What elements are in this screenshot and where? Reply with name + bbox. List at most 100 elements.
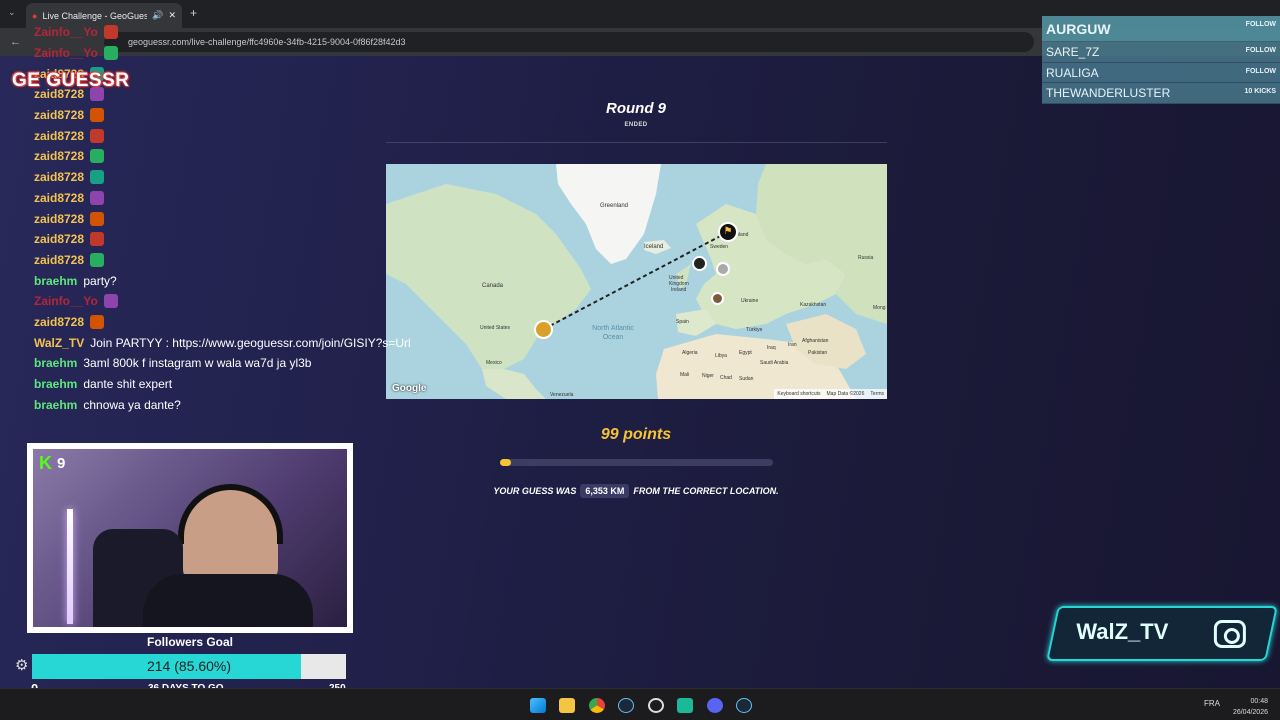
chat-username[interactable]: zaid8728: [34, 232, 84, 246]
chat-message: braehm dante shit expert: [34, 374, 434, 395]
chat-username[interactable]: WalZ_TV: [34, 336, 84, 350]
followers-goal-value: 214 (85.60%): [146, 658, 232, 674]
score-progress-bar: [500, 459, 773, 466]
chat-message: zaid8728: [34, 312, 434, 333]
new-tab-icon[interactable]: +: [190, 6, 197, 20]
map-label-ireland: Ireland: [671, 287, 687, 293]
chat-username[interactable]: zaid8728: [34, 129, 84, 143]
chat-username[interactable]: Zainfo__Yo: [34, 294, 98, 308]
points-score: 99 points: [600, 426, 672, 443]
tab-close-icon[interactable]: ✕: [168, 10, 176, 21]
steam-icon[interactable]: [618, 698, 634, 713]
keyboard-language[interactable]: FRA: [1204, 699, 1220, 708]
webcam-frame: K9: [27, 443, 353, 633]
emote-icon: [90, 128, 105, 143]
guess-distance-value: 6,353 KM: [580, 484, 630, 498]
follower-name: AURGUW: [1046, 21, 1111, 37]
correct-location-flag-icon[interactable]: ⚑: [718, 222, 738, 242]
guess-suffix: FROM THE CORRECT LOCATION.: [633, 486, 779, 496]
follower-action: 10 KICKS: [1244, 88, 1276, 96]
map-label-united-kingdom: United Kingdom: [669, 275, 689, 287]
followers-goal-title: Followers Goal: [146, 635, 233, 649]
chat-message: zaid8728: [34, 208, 434, 229]
chat-username[interactable]: zaid8728: [34, 315, 84, 329]
result-map[interactable]: Greenland Iceland Canada United States M…: [386, 164, 887, 399]
chat-username[interactable]: braehm: [34, 398, 77, 412]
map-label-russia: Russia: [858, 255, 874, 261]
guess-marker-icon[interactable]: [534, 320, 553, 339]
follower-row: THEWANDERLUSTER 10 KICKS: [1042, 83, 1280, 104]
file-explorer-icon[interactable]: [559, 698, 575, 713]
steam-icon[interactable]: [736, 698, 752, 713]
chat-message: zaid8728: [34, 250, 434, 271]
geoguessr-logo: GE GUESSR: [12, 70, 130, 91]
tab-search-icon[interactable]: ⌄: [8, 7, 16, 18]
map-label-ukraine: Ukraine: [741, 298, 759, 304]
map-label-libya: Libya: [715, 353, 727, 359]
map-label-egypt: Egypt: [739, 350, 752, 356]
chat-text: 3aml 800k f instagram w wala wa7d ja yl3…: [83, 356, 312, 371]
map-label-venezuela: Venezuela: [550, 392, 574, 398]
emote-icon: [90, 252, 105, 267]
map-label-iraq: Iraq: [767, 345, 776, 351]
chrome-icon[interactable]: [589, 698, 605, 713]
player-marker-icon[interactable]: [711, 292, 724, 305]
windows-start-icon[interactable]: [530, 698, 546, 713]
follower-name: THEWANDERLUSTER: [1046, 86, 1171, 101]
map-label-pakistan: Pakistan: [808, 350, 828, 356]
chat-username[interactable]: Zainfo__Yo: [34, 25, 98, 39]
system-tray[interactable]: FRA: [1204, 699, 1220, 708]
chat-username[interactable]: zaid8728: [34, 212, 84, 226]
follower-name: RUALIGA: [1046, 65, 1099, 80]
app-icon[interactable]: [677, 698, 693, 713]
instagram-handle-badge: WalZ_TV: [1046, 606, 1278, 661]
gear-icon[interactable]: ⚙: [15, 656, 28, 674]
back-icon[interactable]: ←: [10, 36, 21, 48]
chat-text: Join PARTYY : https://www.geoguessr.com/…: [90, 335, 411, 350]
windows-taskbar: FRA 00:48 26/04/2026: [0, 688, 1280, 720]
geoguessr-favicon-icon: ●: [32, 10, 38, 21]
chat-text: dante shit expert: [83, 377, 173, 392]
chat-message: zaid8728: [34, 146, 434, 167]
chat-username[interactable]: zaid8728: [34, 253, 84, 267]
discord-icon[interactable]: [707, 698, 723, 713]
follower-row: AURGUW FOLLOW: [1042, 16, 1280, 42]
streamer-body: [143, 574, 313, 627]
player-marker-icon[interactable]: [692, 256, 707, 271]
chat-username[interactable]: zaid8728: [34, 149, 84, 163]
emote-icon: [90, 211, 105, 226]
chat-message: zaid8728: [34, 167, 434, 188]
chat-username[interactable]: zaid8728: [34, 108, 84, 122]
terms-link[interactable]: Terms: [870, 391, 884, 397]
instagram-icon: [1213, 620, 1246, 648]
chat-username[interactable]: braehm: [34, 377, 77, 391]
divider: [386, 142, 887, 143]
map-label-mongolia: Mong: [873, 305, 886, 311]
settings-app-icon[interactable]: [648, 698, 664, 713]
chat-message: zaid8728: [34, 125, 434, 146]
map-label-iceland: Iceland: [644, 244, 664, 250]
map-land: [386, 164, 887, 399]
follower-action: FOLLOW: [1245, 47, 1276, 54]
chat-username[interactable]: zaid8728: [34, 170, 84, 184]
chat-username[interactable]: Zainfo__Yo: [34, 46, 98, 60]
chat-username[interactable]: braehm: [34, 274, 77, 288]
map-label-greenland: Greenland: [600, 203, 629, 209]
chat-username[interactable]: braehm: [34, 356, 77, 370]
map-label-saudi-arabia: Saudi Arabia: [760, 360, 789, 366]
map-footer: Keyboard shortcuts Map Data ©2026 Terms: [774, 389, 887, 399]
clock[interactable]: 00:48 26/04/2026: [1233, 696, 1268, 718]
map-data-text: Map Data ©2026: [826, 391, 865, 397]
speaker-icon[interactable]: 🔊: [152, 10, 163, 21]
follower-row: SARE_7Z FOLLOW: [1042, 42, 1280, 63]
player-marker-icon[interactable]: [716, 262, 730, 276]
keyboard-shortcuts-link[interactable]: Keyboard shortcuts: [777, 391, 820, 397]
headset-icon: [178, 484, 283, 544]
follower-name: SARE_7Z: [1046, 45, 1100, 59]
emote-icon: [90, 149, 105, 164]
chat-message: Zainfo__Yo: [34, 22, 434, 43]
map-label-algeria: Algeria: [682, 350, 698, 356]
chat-username[interactable]: zaid8728: [34, 191, 84, 205]
map-label-united-states: United States: [480, 325, 511, 331]
emote-icon: [90, 190, 105, 205]
